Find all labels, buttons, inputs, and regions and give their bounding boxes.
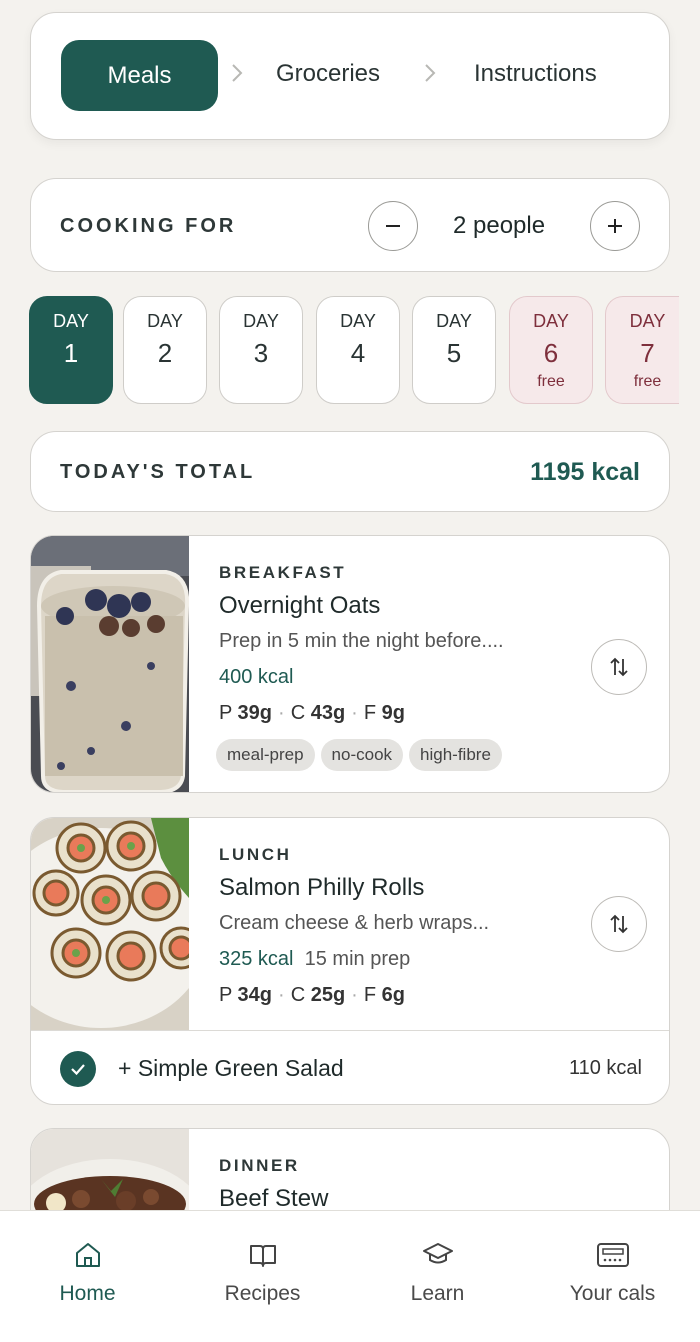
meal-type-label: DINNER bbox=[219, 1156, 300, 1175]
nav-your-cals[interactable]: Your cals bbox=[525, 1211, 700, 1342]
meal-name: Beef Stew bbox=[219, 1185, 329, 1212]
minus-icon bbox=[386, 225, 400, 227]
meal-card-lunch[interactable]: LUNCH Salmon Philly Rolls Cream cheese &… bbox=[30, 817, 670, 1105]
cooking-for-label: COOKING FOR bbox=[60, 215, 237, 237]
step-groceries-tab[interactable]: Groceries bbox=[276, 60, 380, 88]
nav-learn[interactable]: Learn bbox=[350, 1211, 525, 1342]
swap-meal-button[interactable] bbox=[591, 896, 647, 952]
day-tab-3[interactable]: DAY 3 bbox=[219, 296, 303, 404]
chevron-right-icon bbox=[425, 64, 436, 82]
home-icon bbox=[75, 1243, 100, 1267]
day-tab-5[interactable]: DAY 5 bbox=[412, 296, 496, 404]
salmon-philly-rolls-image bbox=[31, 818, 189, 1031]
overnight-oats-image bbox=[31, 536, 189, 792]
side-dish-calories: 110 kcal bbox=[568, 1057, 642, 1079]
graduation-cap-icon bbox=[422, 1243, 453, 1264]
swap-meal-button[interactable] bbox=[591, 639, 647, 695]
meal-description: Cream cheese & herb wraps... bbox=[219, 912, 490, 934]
step-navigation: Meals Groceries Instructions bbox=[30, 12, 670, 140]
day-tab-4[interactable]: DAY 4 bbox=[316, 296, 400, 404]
day-tab-6[interactable]: DAY 6 free bbox=[509, 296, 593, 404]
bottom-navigation: Home Recipes Learn Your cals bbox=[0, 1210, 700, 1342]
day-tab-7[interactable]: DAY 7 free bbox=[605, 296, 679, 404]
increase-people-button[interactable] bbox=[590, 201, 640, 251]
plus-icon bbox=[608, 219, 622, 233]
side-dish-row[interactable]: + Simple Green Salad 110 kcal bbox=[31, 1030, 669, 1104]
meal-type-label: BREAKFAST bbox=[219, 563, 347, 582]
meal-description: Prep in 5 min the night before.... bbox=[219, 630, 504, 652]
day-tab-2[interactable]: DAY 2 bbox=[123, 296, 207, 404]
nav-home[interactable]: Home bbox=[0, 1211, 175, 1342]
prep-time: 15 min prep bbox=[304, 948, 411, 970]
people-count: 2 people bbox=[453, 212, 546, 239]
side-dish-name: + Simple Green Salad bbox=[118, 1055, 344, 1081]
check-icon[interactable] bbox=[60, 1051, 96, 1087]
meal-card-breakfast[interactable]: BREAKFAST Overnight Oats Prep in 5 min t… bbox=[30, 535, 670, 793]
todays-total-label: TODAY'S TOTAL bbox=[60, 461, 256, 483]
macros-row: P 34g · C 25g · F 6g bbox=[219, 984, 405, 1006]
macros-row: P 39g · C 43g · F 9g bbox=[219, 702, 405, 724]
chevron-right-icon bbox=[232, 64, 243, 82]
cooking-for-card: COOKING FOR 2 people bbox=[30, 178, 670, 272]
day-tab-1[interactable]: DAY 1 bbox=[29, 296, 113, 404]
step-instructions-tab[interactable]: Instructions bbox=[474, 60, 597, 88]
meal-name: Overnight Oats bbox=[219, 592, 381, 619]
meal-name: Salmon Philly Rolls bbox=[219, 874, 425, 901]
book-icon bbox=[249, 1245, 276, 1267]
step-meals-tab[interactable]: Meals bbox=[61, 40, 218, 111]
tag: meal-prep bbox=[216, 739, 315, 771]
nav-recipes[interactable]: Recipes bbox=[175, 1211, 350, 1342]
tag-list: meal-prep no-cook high-fibre bbox=[216, 739, 508, 771]
calculator-icon bbox=[596, 1243, 629, 1267]
todays-total-value: 1195 kcal bbox=[530, 458, 640, 486]
tag: high-fibre bbox=[409, 739, 502, 771]
swap-arrows-icon bbox=[610, 657, 628, 677]
tag: no-cook bbox=[320, 739, 404, 771]
meal-calories: 400 kcal bbox=[219, 666, 294, 688]
swap-arrows-icon bbox=[610, 914, 628, 934]
todays-total-card: TODAY'S TOTAL 1195 kcal bbox=[30, 431, 670, 512]
meal-type-label: LUNCH bbox=[219, 845, 292, 864]
meal-calories-row: 325 kcal 15 min prep bbox=[219, 948, 411, 970]
decrease-people-button[interactable] bbox=[368, 201, 418, 251]
